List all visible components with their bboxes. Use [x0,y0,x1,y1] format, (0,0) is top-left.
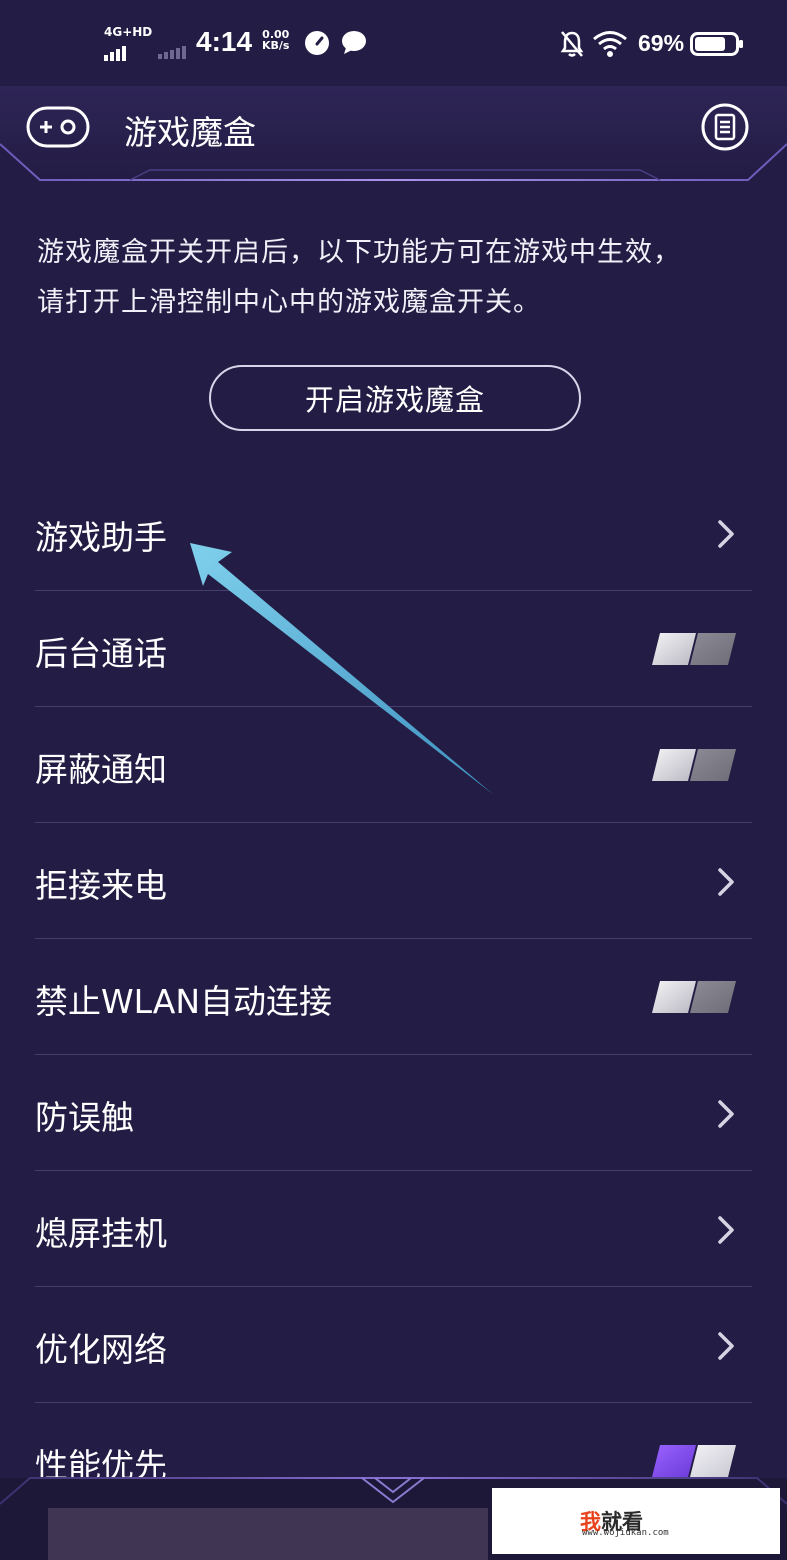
battery-percentage: 69% [638,30,685,56]
network-speed-unit: KB/s [262,39,290,52]
settings-row[interactable]: 优化网络 [35,1287,752,1403]
settings-row[interactable]: 禁止WLAN自动连接 [35,939,752,1055]
description-text: 游戏魔盒开关开启后，以下功能方可在游戏中生效， 请打开上滑控制中心中的游戏魔盒开… [37,228,757,328]
chevron-right-icon[interactable] [716,867,736,897]
chevron-right-icon[interactable] [716,1331,736,1361]
app-header: 游戏魔盒 [0,86,787,186]
description-line: 请打开上滑控制中心中的游戏魔盒开关。 [37,287,541,318]
chevron-right-icon[interactable] [716,1099,736,1129]
toggle-switch-off[interactable] [650,747,738,783]
settings-row-label: 游戏助手 [35,517,167,557]
network-speed: 0.00 KB/s [262,29,289,51]
status-time: 4:14 [196,26,253,57]
message-bubble-icon [342,31,366,54]
settings-row-label: 优化网络 [35,1329,167,1369]
settings-list: 游戏助手 后台通话 屏蔽通知 拒接来电 禁止WLAN自动连接 防误触 熄屏挂机 优化网络 性能优… [35,475,752,1519]
wifi-icon [593,31,627,57]
page-title: 游戏魔盒 [124,113,256,152]
settings-row[interactable]: 熄屏挂机 [35,1171,752,1287]
settings-row[interactable]: 后台通话 [35,591,752,707]
settings-row-label: 后台通话 [35,633,167,673]
description-line: 游戏魔盒开关开启后，以下功能方可在游戏中生效， [37,237,681,268]
signal-strength-icon [104,42,128,61]
settings-row[interactable]: 游戏助手 [35,475,752,591]
game-mode-icon[interactable] [26,106,90,148]
status-bar: 4G+HD 4:14 0.00 KB/s 69% [0,0,787,86]
chevron-right-icon[interactable] [716,519,736,549]
battery-icon [690,32,743,56]
toggle-switch-off[interactable] [650,979,738,1015]
header-frame [0,86,787,181]
chevron-right-icon[interactable] [716,1215,736,1245]
enable-game-box-button[interactable]: 开启游戏魔盒 [209,365,581,431]
settings-row[interactable]: 屏蔽通知 [35,707,752,823]
speedometer-icon [305,31,329,55]
settings-row-label: 熄屏挂机 [35,1213,167,1253]
mute-bell-icon [560,31,584,57]
watermark: 我就看 www.wojiukan.com [492,1488,780,1554]
settings-row[interactable]: 防误触 [35,1055,752,1171]
watermark-url: www.wojiukan.com [582,1528,669,1538]
settings-row-label: 禁止WLAN自动连接 [35,981,333,1021]
network-type-label: 4G+HD [104,25,153,39]
list-menu-icon[interactable] [700,102,750,152]
toggle-switch-off[interactable] [650,631,738,667]
signal-strength-secondary-icon [158,40,188,59]
settings-row-label: 屏蔽通知 [35,749,167,789]
settings-row-label: 防误触 [35,1097,134,1137]
settings-row-label: 拒接来电 [35,865,167,905]
settings-row[interactable]: 拒接来电 [35,823,752,939]
